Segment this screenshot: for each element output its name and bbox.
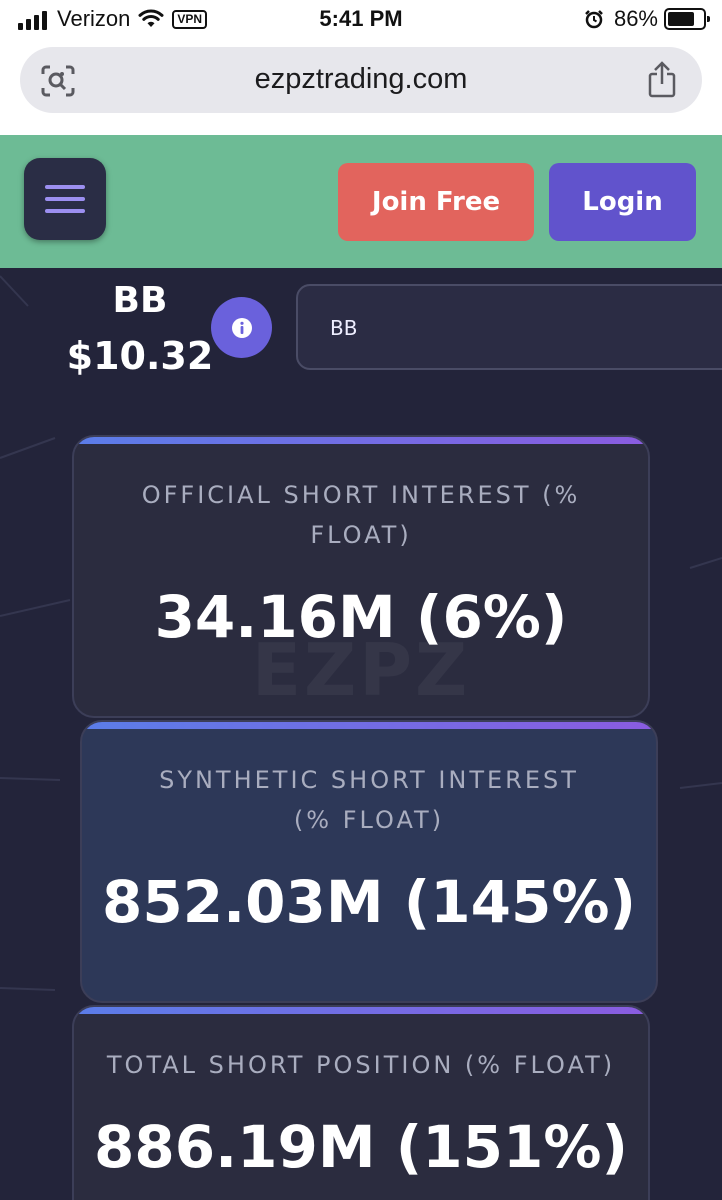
hamburger-menu-button[interactable] [24, 158, 106, 240]
ticker-input-value: BB [330, 316, 358, 340]
card-value: 886.19M (151%) [94, 1113, 628, 1181]
join-free-button[interactable]: Join Free [338, 163, 534, 241]
ticker-price: $10.32 [66, 334, 214, 378]
info-glyph-icon [231, 317, 252, 338]
address-bar[interactable]: ezpztrading.com [20, 47, 702, 113]
card-label: SYNTHETIC SHORT INTEREST (% FLOAT) [159, 766, 579, 834]
share-icon[interactable] [646, 60, 678, 98]
ticker-symbol: BB [112, 280, 168, 321]
ticker-search-input[interactable]: BB [296, 284, 722, 370]
info-icon[interactable] [211, 297, 272, 358]
status-bar: Verizon VPN 5:41 PM 86% [0, 0, 722, 40]
browser-toolbar: ezpztrading.com [0, 40, 722, 135]
main-content: BB $10.32 BB OFFICIAL SHORT INTEREST (% … [0, 268, 722, 1200]
synthetic-short-interest-card: SYNTHETIC SHORT INTEREST (% FLOAT) 852.0… [80, 720, 658, 1003]
login-button[interactable]: Login [549, 163, 696, 241]
card-label: OFFICIAL SHORT INTEREST (% FLOAT) [141, 481, 581, 549]
battery-percent: 86% [613, 6, 658, 31]
alarm-clock-icon [585, 10, 603, 29]
battery-fill [668, 12, 694, 26]
card-value: 852.03M (145%) [102, 868, 636, 936]
site-header: Join Free Login [0, 135, 722, 268]
hamburger-icon [45, 185, 85, 213]
total-short-position-card: TOTAL SHORT POSITION (% FLOAT) 886.19M (… [72, 1005, 650, 1200]
battery-tip [707, 16, 710, 22]
url-text[interactable]: ezpztrading.com [20, 63, 702, 96]
battery-icon [664, 8, 710, 30]
card-label: TOTAL SHORT POSITION (% FLOAT) [106, 1051, 616, 1079]
status-right: 86% [584, 6, 710, 32]
